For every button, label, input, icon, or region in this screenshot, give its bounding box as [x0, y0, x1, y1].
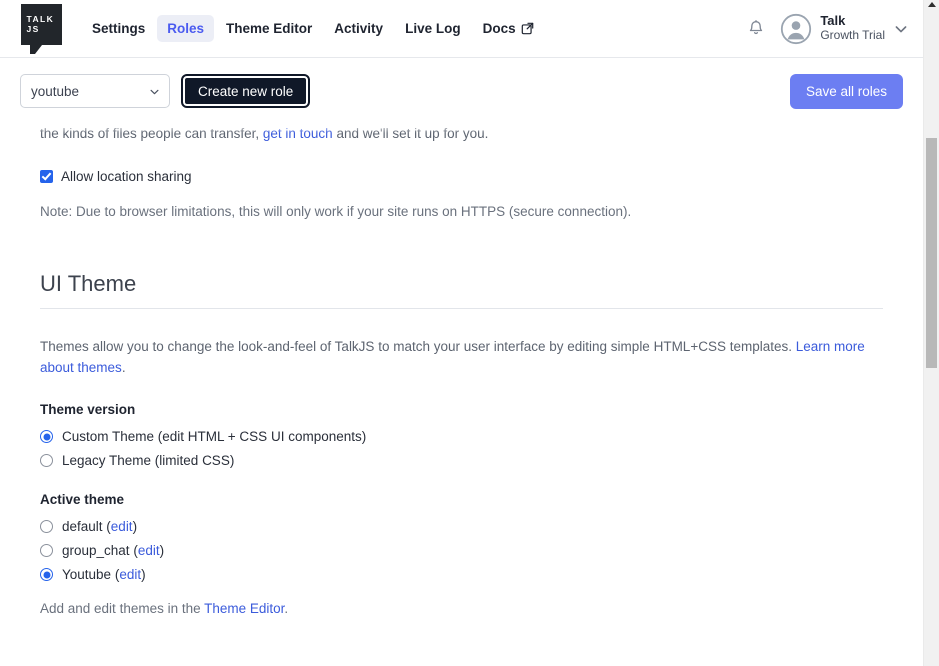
theme-version-option-custom[interactable]: Custom Theme (edit HTML + CSS UI compone… [40, 429, 883, 444]
active-theme-youtube-text: Youtube (edit) [62, 567, 146, 582]
external-link-icon [521, 22, 534, 35]
theme-version-label-custom: Custom Theme (edit HTML + CSS UI compone… [62, 429, 367, 444]
active-theme-radio-group-chat[interactable] [40, 544, 53, 557]
active-theme-default-name: default [62, 519, 103, 534]
active-theme-group-chat-text: group_chat (edit) [62, 543, 165, 558]
edit-group-chat-theme-link[interactable]: edit [138, 543, 160, 558]
allow-location-sharing-row[interactable]: Allow location sharing [40, 169, 883, 184]
footnote-text-before: Add and edit themes in the [40, 601, 205, 616]
learn-more-suffix: . [121, 360, 126, 375]
active-theme-default-text: default (edit) [62, 519, 138, 534]
nav-item-roles[interactable]: Roles [157, 15, 215, 42]
nav-item-docs[interactable]: Docs [473, 15, 544, 42]
nav-label-docs: Docs [482, 21, 516, 36]
location-sharing-note: Note: Due to browser limitations, this w… [40, 204, 632, 219]
active-theme-youtube-name: Youtube [62, 567, 112, 582]
topbar-right-cluster: Talk Growth Trial [746, 13, 923, 45]
theme-version-option-legacy[interactable]: Legacy Theme (limited CSS) [40, 453, 883, 468]
active-theme-radio-youtube[interactable] [40, 568, 53, 581]
account-plan: Growth Trial [820, 28, 885, 43]
theme-version-radio-custom[interactable] [40, 430, 53, 443]
active-theme-radio-default[interactable] [40, 520, 53, 533]
app-root: TALK JS Settings Roles Theme Editor Acti… [0, 0, 939, 666]
ui-theme-heading: UI Theme [40, 271, 883, 309]
ui-theme-description: Themes allow you to change the look-and-… [40, 336, 883, 378]
theme-version-label-legacy: Legacy Theme (limited CSS) [62, 453, 235, 468]
active-theme-option-group-chat[interactable]: group_chat (edit) [40, 543, 883, 558]
page-scrollbar-track[interactable] [923, 0, 939, 666]
talkjs-logo[interactable]: TALK JS [10, 0, 72, 58]
role-select-value: youtube [31, 83, 80, 99]
active-theme-option-default[interactable]: default (edit) [40, 519, 883, 534]
nav-label-theme-editor: Theme Editor [226, 21, 313, 36]
theme-version-label: Theme version [40, 402, 136, 417]
theme-editor-footnote: Add and edit themes in the Theme Editor. [40, 601, 883, 616]
nav-label-roles: Roles [167, 21, 205, 36]
page-scrollbar-thumb[interactable] [926, 138, 937, 368]
edit-default-theme-link[interactable]: edit [111, 519, 133, 534]
account-text: Talk Growth Trial [820, 13, 885, 43]
save-all-roles-button[interactable]: Save all roles [789, 73, 903, 109]
theme-version-radio-legacy[interactable] [40, 454, 53, 467]
footnote-text-after: . [284, 601, 289, 616]
nav-item-live-log[interactable]: Live Log [395, 15, 471, 42]
active-theme-option-youtube[interactable]: Youtube (edit) [40, 567, 883, 582]
create-new-role-button[interactable]: Create new role [180, 74, 311, 108]
theme-version-radio-group: Custom Theme (edit HTML + CSS UI compone… [40, 429, 883, 468]
active-theme-label: Active theme [40, 492, 125, 507]
allow-location-sharing-checkbox[interactable] [40, 170, 53, 183]
logo-line-2: JS [26, 24, 40, 34]
chevron-down-icon [149, 86, 160, 97]
nav-label-settings: Settings [92, 21, 146, 36]
active-theme-radio-group: default (edit) group_chat (edit) Youtube… [40, 519, 883, 582]
active-theme-group-chat-name: group_chat [62, 543, 130, 558]
chevron-down-icon[interactable] [893, 21, 909, 37]
nav-item-theme-editor[interactable]: Theme Editor [216, 15, 322, 42]
nav-label-live-log: Live Log [405, 21, 461, 36]
user-avatar-icon [780, 13, 812, 45]
account-menu[interactable]: Talk Growth Trial [780, 13, 909, 45]
allow-location-sharing-label: Allow location sharing [61, 169, 192, 184]
talkjs-logo-icon: TALK JS [20, 3, 62, 54]
settings-content: the kinds of files people can transfer, … [0, 123, 923, 666]
top-navigation-bar: TALK JS Settings Roles Theme Editor Acti… [0, 0, 923, 58]
logo-line-1: TALK [26, 14, 55, 24]
edit-youtube-theme-link[interactable]: edit [119, 567, 141, 582]
account-name: Talk [820, 13, 846, 29]
ui-theme-description-text: Themes allow you to change the look-and-… [40, 339, 792, 354]
bell-icon[interactable] [746, 18, 766, 40]
roles-toolbar: youtube Create new role Save all roles [0, 59, 923, 133]
role-select[interactable]: youtube [20, 74, 170, 108]
theme-editor-link[interactable]: Theme Editor [204, 601, 284, 616]
nav-label-activity: Activity [334, 21, 384, 36]
nav-item-settings[interactable]: Settings [82, 15, 155, 42]
main-nav: Settings Roles Theme Editor Activity Liv… [82, 15, 544, 42]
scroll-up-arrow-icon[interactable] [928, 2, 936, 7]
nav-item-activity[interactable]: Activity [324, 15, 393, 42]
